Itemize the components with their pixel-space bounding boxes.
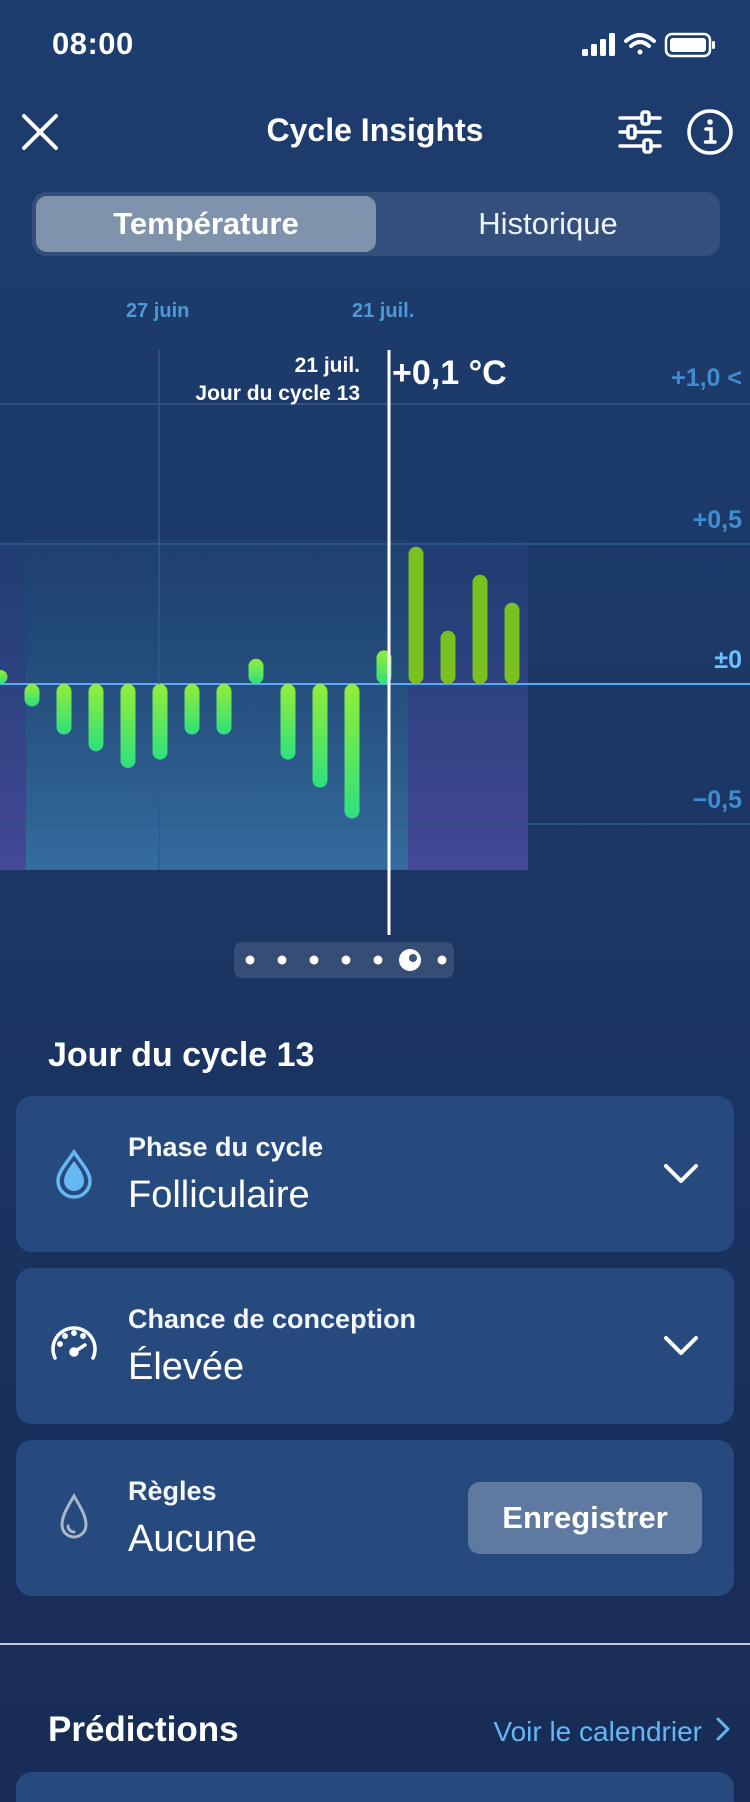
date-label-second: 21 juil. (352, 300, 415, 322)
wifi-icon (624, 33, 656, 55)
page-dot-active-inner (409, 954, 417, 962)
tab-temperature[interactable]: Température (36, 196, 376, 252)
chevron-down-icon[interactable] (662, 1156, 700, 1192)
y-tick-label: −0,5 (692, 786, 742, 814)
chance-label: Chance de conception (128, 1304, 417, 1334)
chevron-down-icon[interactable] (662, 1328, 700, 1364)
day-title: Jour du cycle 13 (48, 1036, 315, 1074)
predictions-card[interactable] (16, 1772, 734, 1802)
page-dot (341, 955, 351, 965)
tooltip-date: 21 juil. (294, 354, 360, 377)
phase-label: Phase du cycle (128, 1132, 324, 1162)
period-label: Règles (128, 1476, 217, 1506)
period-card: Règles Aucune Enregistrer (16, 1440, 734, 1596)
y-tick-label: +1,0 < (671, 364, 742, 392)
tooltip-value: +0,1 °C (392, 354, 507, 392)
phase-value: Folliculaire (128, 1174, 310, 1216)
date-label-first: 27 juin (126, 300, 190, 322)
chance-value: Élevée (128, 1346, 245, 1388)
view-calendar-label: Voir le calendrier (493, 1716, 702, 1747)
tooltip-day: Jour du cycle 13 (195, 382, 360, 405)
drop-outline-icon (46, 1490, 102, 1546)
page-dot (277, 955, 287, 965)
tab-history[interactable]: Historique (378, 196, 718, 252)
chart-page-indicator[interactable] (234, 942, 454, 978)
section-divider (0, 1643, 750, 1645)
period-value: Aucune (128, 1518, 257, 1560)
signal-icon (582, 33, 615, 56)
predictions-title: Prédictions (48, 1710, 239, 1749)
page-dot (245, 955, 255, 965)
cycle-phase-card[interactable]: Phase du cycle Folliculaire (16, 1096, 734, 1252)
chevron-right-icon (716, 1716, 730, 1748)
conception-chance-card[interactable]: Chance de conception Élevée (16, 1268, 734, 1424)
page-dot (309, 955, 319, 965)
drop-filled-icon (46, 1146, 102, 1202)
filter-sliders-icon[interactable] (616, 108, 664, 156)
info-icon[interactable] (686, 108, 734, 156)
status-time: 08:00 (52, 26, 134, 61)
status-icons (582, 30, 722, 60)
record-button[interactable]: Enregistrer (468, 1482, 702, 1554)
page-dot (437, 955, 447, 965)
y-tick-label: +0,5 (692, 506, 742, 534)
battery-icon (664, 32, 715, 58)
gauge-icon (46, 1318, 102, 1374)
temperature-chart[interactable]: 27 juin 21 juil. 21 juil. Jour du cycle … (0, 290, 750, 970)
y-tick-label: ±0 (714, 646, 742, 674)
view-calendar-link[interactable]: Voir le calendrier (493, 1716, 730, 1748)
page-dot (373, 955, 383, 965)
